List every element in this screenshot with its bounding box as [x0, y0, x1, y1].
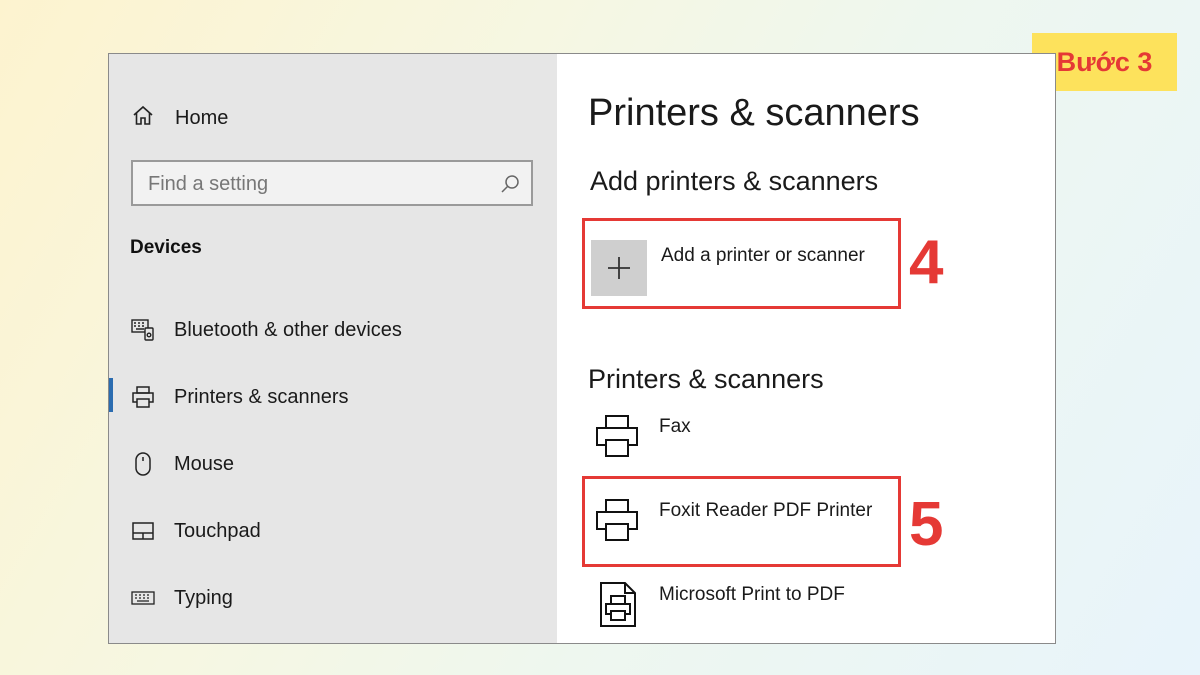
search-input[interactable]: Find a setting: [131, 160, 533, 206]
bluetooth-devices-icon: [131, 318, 155, 342]
keyboard-icon: [131, 586, 155, 610]
mouse-icon: [131, 452, 155, 476]
add-section-title: Add printers & scanners: [590, 166, 879, 196]
home-icon: [131, 104, 155, 133]
highlight-box-step5: [582, 476, 901, 567]
sidebar-item-mouse[interactable]: Mouse: [109, 442, 557, 486]
printer-item-fax[interactable]: Fax: [593, 412, 691, 465]
printer-icon: [131, 385, 155, 409]
search-placeholder: Find a setting: [148, 173, 269, 195]
page-title: Printers & scanners: [588, 92, 920, 134]
printers-list-title: Printers & scanners: [588, 364, 824, 394]
sidebar-item-label: Mouse: [174, 452, 235, 475]
sidebar-item-home[interactable]: Home: [131, 104, 228, 133]
step-number-5: 5: [909, 490, 944, 559]
highlight-box-step4: [582, 218, 901, 309]
printer-name: Microsoft Print to PDF: [659, 584, 845, 605]
section-title-devices: Devices: [130, 237, 202, 258]
sidebar-item-bluetooth[interactable]: Bluetooth & other devices: [109, 308, 557, 352]
sidebar-item-label: Typing: [174, 586, 233, 609]
printer-icon: [593, 412, 641, 465]
sidebar-item-printers[interactable]: Printers & scanners: [109, 375, 557, 419]
printer-name: Fax: [659, 416, 691, 437]
pdf-printer-icon: [593, 580, 641, 633]
touchpad-icon: [131, 519, 155, 543]
sidebar-item-label: Touchpad: [174, 519, 261, 542]
home-label: Home: [175, 107, 229, 129]
search-icon[interactable]: [499, 173, 521, 200]
sidebar-item-touchpad[interactable]: Touchpad: [109, 509, 557, 553]
printer-item-ms-pdf[interactable]: Microsoft Print to PDF: [593, 580, 845, 633]
sidebar: Home Find a setting Devices Bluetooth & …: [109, 54, 557, 643]
sidebar-item-label: Printers & scanners: [174, 385, 349, 408]
step-number-4: 4: [909, 228, 944, 297]
sidebar-item-typing[interactable]: Typing: [109, 576, 557, 620]
sidebar-item-label: Bluetooth & other devices: [174, 318, 402, 341]
